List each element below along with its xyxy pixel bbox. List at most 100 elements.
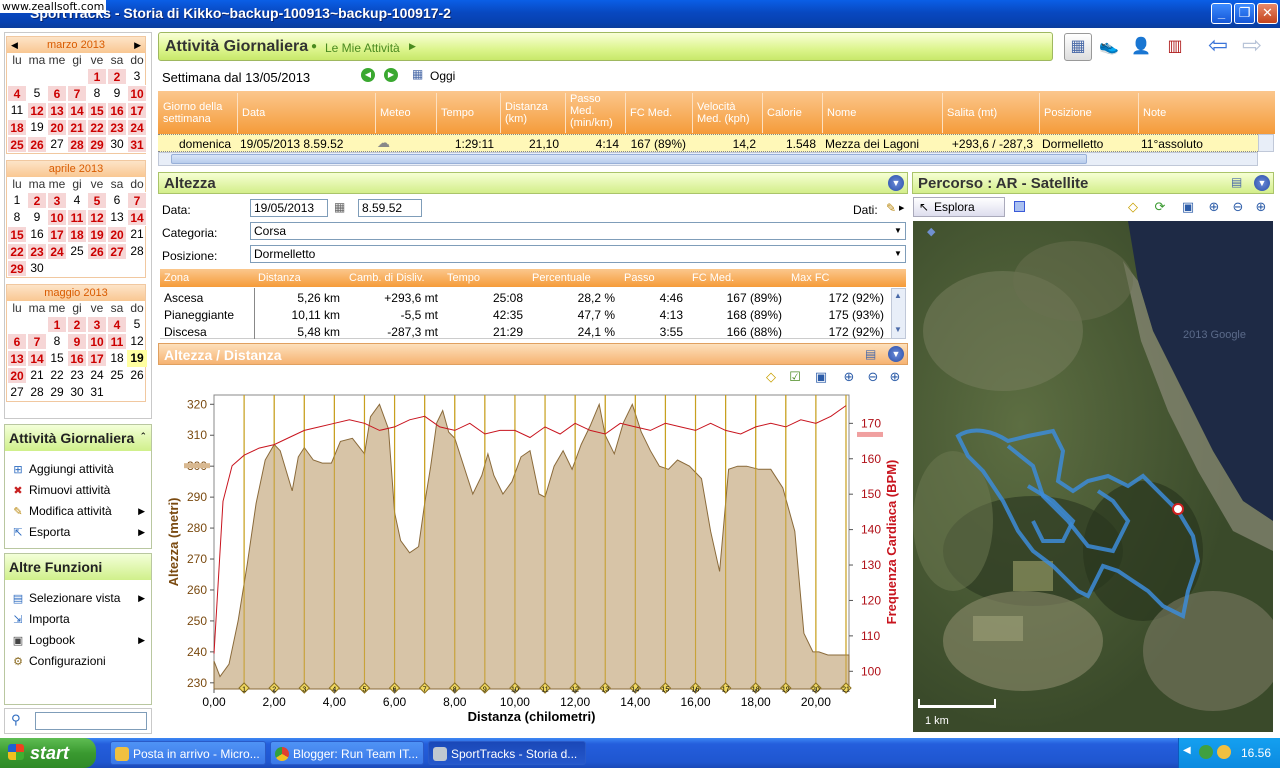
posizione-select[interactable]: Dormelletto: [250, 245, 906, 263]
fit-icon[interactable]: ⊕: [840, 368, 858, 386]
calendar-day[interactable]: 29: [87, 136, 107, 153]
calendar-day[interactable]: 11: [107, 333, 127, 350]
calendar-day[interactable]: 20: [47, 119, 67, 136]
collapse-icon[interactable]: ⌃: [139, 431, 147, 442]
calendar-day[interactable]: 16: [27, 226, 47, 243]
calendar-day[interactable]: 20: [107, 226, 127, 243]
calendar-day[interactable]: 7: [27, 333, 47, 350]
calendar-day[interactable]: 28: [67, 136, 87, 153]
maximize-button[interactable]: ❐: [1234, 3, 1255, 24]
calendar-day[interactable]: 11: [7, 102, 27, 119]
column-header[interactable]: FC Med.: [692, 272, 734, 284]
sidebar-item-configurazioni[interactable]: ⚙ Configurazioni: [5, 651, 151, 672]
calendar-day[interactable]: 5: [127, 316, 147, 333]
calendar-day[interactable]: 27: [47, 136, 67, 153]
column-header[interactable]: Salita (mt): [947, 107, 1036, 119]
calendar-day[interactable]: 25: [7, 136, 27, 153]
calendar-day[interactable]: 12: [127, 333, 147, 350]
calendar-day[interactable]: 14: [27, 350, 47, 367]
marker-icon[interactable]: ◇: [1124, 198, 1142, 216]
calendar-day[interactable]: 3: [87, 316, 107, 333]
scrollbar-thumb[interactable]: [171, 154, 1087, 164]
calendar-day[interactable]: 14: [127, 209, 147, 226]
sidebar-item-importa[interactable]: ⇲ Importa: [5, 609, 151, 630]
sidebar-item-selezionare-vista[interactable]: ▤ Selezionare vista ▶: [5, 588, 151, 609]
calendar-day[interactable]: 11: [67, 209, 87, 226]
calendar-day[interactable]: 31: [127, 136, 147, 153]
calendar-day[interactable]: 31: [87, 384, 107, 401]
calendar-day[interactable]: 21: [67, 119, 87, 136]
title-bar[interactable]: SportTracks - Storia di Kikko~backup-100…: [0, 0, 1280, 28]
explore-button[interactable]: ↖ Esplora: [913, 197, 1005, 217]
scroll-up-icon[interactable]: ▲: [894, 291, 902, 300]
column-divider[interactable]: [762, 93, 763, 133]
column-header[interactable]: Passo Med. (min/km): [570, 93, 622, 129]
date-field[interactable]: 19/05/2013: [250, 199, 328, 217]
pencil-icon[interactable]: ✎: [886, 201, 896, 215]
calendar-day[interactable]: 5: [87, 192, 107, 209]
next-month-icon[interactable]: ▶: [134, 37, 141, 53]
column-header[interactable]: Percentuale: [532, 272, 591, 284]
column-header[interactable]: Calorie: [767, 107, 819, 119]
minimize-button[interactable]: _: [1211, 3, 1232, 24]
calendar-day[interactable]: 12: [87, 209, 107, 226]
shoe-icon[interactable]: 👟: [1097, 35, 1121, 59]
calendar-day[interactable]: 27: [107, 243, 127, 260]
sidebar-item-esporta[interactable]: ⇱ Esporta ▶: [5, 522, 151, 543]
calendar-day[interactable]: 9: [107, 85, 127, 102]
calendar-day[interactable]: 18: [107, 350, 127, 367]
calendar-day[interactable]: 16: [67, 350, 87, 367]
column-header[interactable]: Giorno della settimana: [163, 101, 234, 125]
column-header[interactable]: Distanza (km): [505, 101, 562, 125]
column-divider[interactable]: [237, 93, 238, 133]
calendar-day[interactable]: 27: [7, 384, 27, 401]
time-field[interactable]: 8.59.52: [358, 199, 422, 217]
calendar-day[interactable]: 26: [127, 367, 147, 384]
calendar-day[interactable]: 17: [87, 350, 107, 367]
calendar-day[interactable]: 30: [107, 136, 127, 153]
calendar-day[interactable]: 13: [7, 350, 27, 367]
zoom-out-icon[interactable]: ⊖: [864, 368, 882, 386]
forward-arrow-icon[interactable]: ⇨: [1238, 33, 1266, 59]
breadcrumb[interactable]: Le Mie Attività: [325, 41, 400, 55]
logbook-button-icon[interactable]: ▥: [1163, 35, 1187, 59]
calendar-day[interactable]: 9: [27, 209, 47, 226]
calendar-day[interactable]: 24: [87, 367, 107, 384]
column-header[interactable]: Distanza: [258, 272, 301, 284]
sidebar-item-modifica[interactable]: ✎ Modifica attività ▶: [5, 501, 151, 522]
calendar-day[interactable]: 23: [107, 119, 127, 136]
map-nav-icon[interactable]: ◆: [927, 225, 935, 238]
tray-expand-icon[interactable]: ◀: [1183, 745, 1191, 756]
scroll-down-icon[interactable]: ▼: [894, 325, 902, 334]
next-week-icon[interactable]: ▶: [384, 68, 398, 82]
calendar-day[interactable]: 25: [107, 367, 127, 384]
athlete-icon[interactable]: 👤: [1129, 35, 1153, 59]
calendar-day[interactable]: 30: [27, 260, 47, 277]
calendar-day[interactable]: 28: [127, 243, 147, 260]
column-header[interactable]: Meteo: [380, 107, 433, 119]
calendar-day[interactable]: 6: [107, 192, 127, 209]
chevron-down-icon[interactable]: ▼: [888, 346, 904, 362]
calendar-day[interactable]: 3: [47, 192, 67, 209]
calendar-day[interactable]: 10: [87, 333, 107, 350]
calendar-day[interactable]: 13: [47, 102, 67, 119]
calendar-day[interactable]: 4: [7, 85, 27, 102]
calendar-day[interactable]: 15: [47, 350, 67, 367]
calendar-day[interactable]: 8: [7, 209, 27, 226]
refresh-icon[interactable]: ⟳: [1151, 198, 1169, 216]
calendar-day[interactable]: 6: [47, 85, 67, 102]
calendar-day[interactable]: 19: [27, 119, 47, 136]
vertical-scrollbar[interactable]: [1258, 134, 1274, 152]
calendar-day[interactable]: 25: [67, 243, 87, 260]
chevron-down-icon[interactable]: ▼: [894, 249, 902, 258]
calendar-day[interactable]: 19: [127, 350, 147, 367]
calendar-day[interactable]: 23: [67, 367, 87, 384]
zoom-in-icon[interactable]: ⊕: [886, 368, 904, 386]
save-icon[interactable]: ▣: [812, 368, 830, 386]
calendar-day[interactable]: 5: [27, 85, 47, 102]
column-divider[interactable]: [375, 93, 376, 133]
column-header[interactable]: FC Med.: [630, 107, 689, 119]
sidebar-item-rimuovi[interactable]: ✖ Rimuovi attività: [5, 480, 151, 501]
calendar-day[interactable]: 7: [67, 85, 87, 102]
elevation-chart[interactable]: 1234567891011121314151617181920210,002,0…: [158, 390, 908, 730]
